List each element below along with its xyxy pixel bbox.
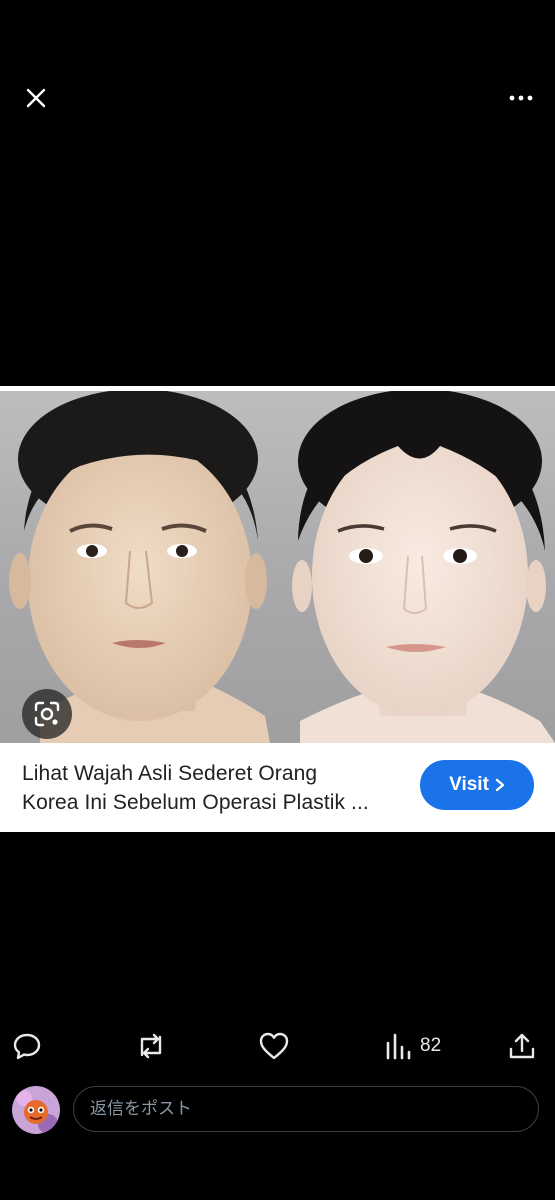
visit-button[interactable]: Visit — [420, 760, 534, 810]
avatar-image — [12, 1086, 60, 1134]
views-count: 82 — [420, 1035, 442, 1056]
views-button[interactable]: 82 — [384, 1028, 441, 1064]
close-button[interactable] — [18, 80, 54, 116]
repost-button[interactable] — [134, 1028, 168, 1064]
reply-input[interactable] — [73, 1086, 539, 1132]
top-bar — [0, 0, 555, 200]
visit-label: Visit — [449, 774, 489, 795]
post-image[interactable] — [0, 391, 555, 743]
caption-line-1: Lihat Wajah Asli Sederet Orang — [22, 762, 318, 785]
caption-title[interactable]: Lihat Wajah Asli Sederet Orang Korea Ini… — [22, 759, 402, 817]
reply-icon — [13, 1033, 41, 1060]
google-lens-icon — [34, 701, 60, 727]
media-card: Lihat Wajah Asli Sederet Orang Korea Ini… — [0, 386, 555, 832]
image-caption[interactable]: Lihat Wajah Asli Sederet Orang Korea Ini… — [0, 743, 555, 832]
faces-illustration — [9, 391, 555, 743]
close-icon — [26, 88, 46, 108]
more-horizontal-icon — [509, 95, 533, 101]
chevron-right-icon — [495, 778, 505, 792]
avatar[interactable] — [12, 1086, 60, 1134]
share-button[interactable] — [507, 1028, 537, 1064]
caption-line-2: Korea Ini Sebelum Operasi Plastik ... — [22, 791, 369, 814]
repost-icon — [140, 1033, 162, 1059]
reply-button[interactable] — [12, 1028, 42, 1064]
views-icon — [386, 1033, 411, 1060]
like-button[interactable] — [258, 1028, 290, 1064]
more-options-button[interactable] — [503, 80, 539, 116]
heart-icon — [259, 1032, 289, 1060]
action-bar: 82 — [0, 1028, 555, 1068]
reply-composer — [0, 1084, 555, 1138]
lens-button[interactable] — [22, 689, 72, 739]
share-icon — [509, 1033, 535, 1059]
